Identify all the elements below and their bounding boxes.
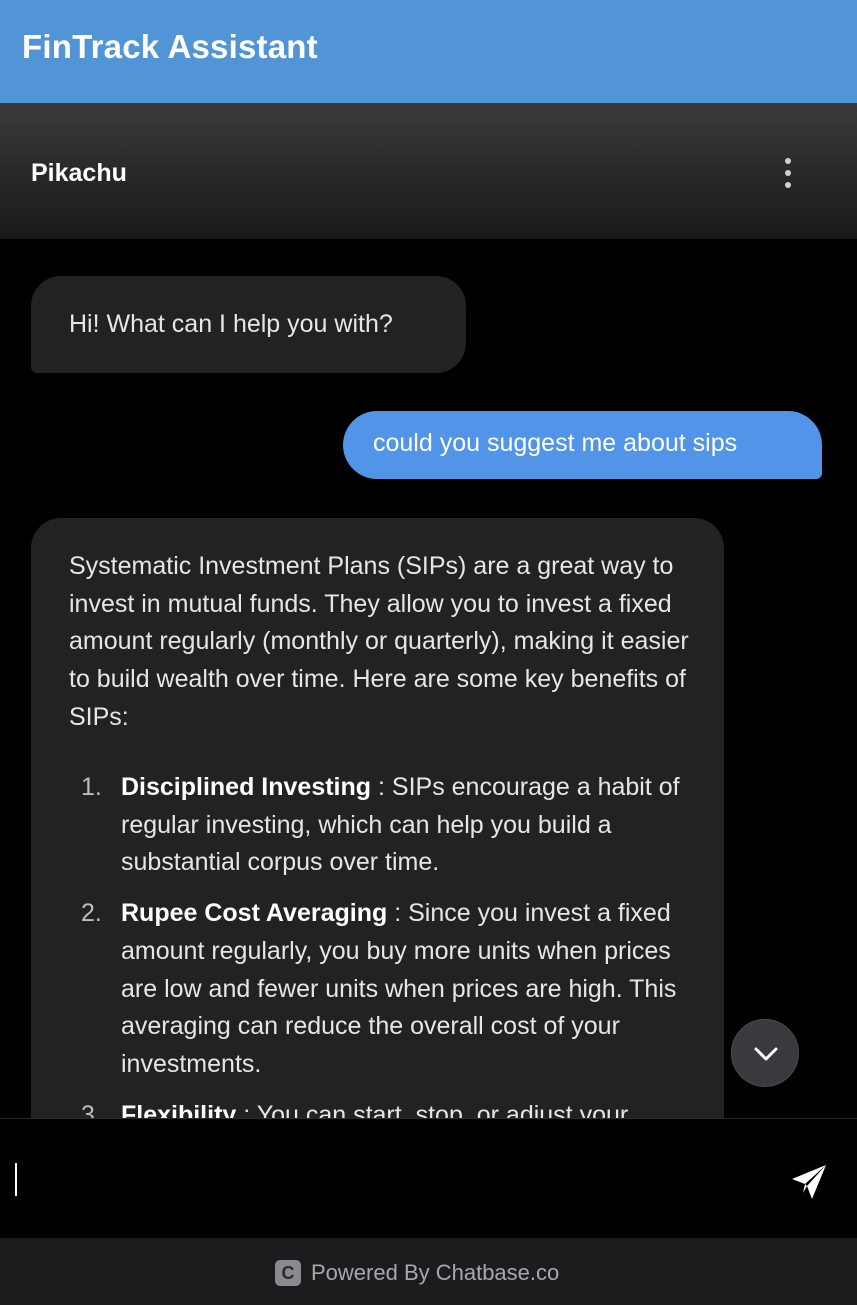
chevron-down-icon [754,1047,778,1061]
user-message-text: could you suggest me about sips [373,429,738,457]
bot-name: Pikachu [31,159,127,187]
message-input[interactable] [14,1147,774,1207]
benefits-list: 1. Disciplined Investing : SIPs encourag… [69,769,699,1118]
bot-message: Hi! What can I help you with? [31,276,466,373]
send-button[interactable] [789,1162,829,1202]
text-cursor [15,1163,17,1196]
menu-dot [785,158,791,164]
chatbase-logo-icon: C [275,1260,301,1286]
menu-dot [785,182,791,188]
bot-message-intro: Systematic Investment Plans (SIPs) are a… [69,552,689,731]
list-item: 2. Rupee Cost Averaging : Since you inve… [69,895,699,1084]
footer: C Powered By Chatbase.co [0,1238,857,1305]
list-item-title: Rupee Cost Averaging [121,899,388,928]
user-message: could you suggest me about sips [343,411,822,479]
list-item-title: Flexibility [121,1100,237,1118]
scroll-to-bottom-button[interactable] [731,1019,799,1087]
bot-message-text: Hi! What can I help you with? [69,310,393,338]
menu-dot [785,170,791,176]
powered-by-link[interactable]: C Powered By Chatbase.co [275,1260,559,1286]
app-title: FinTrack Assistant [22,28,318,65]
chat-header: Pikachu [0,103,857,239]
send-icon [792,1165,826,1199]
list-item-number: 2. [81,899,102,928]
more-vertical-icon[interactable] [772,153,804,193]
chat-widget: FinTrack Assistant Pikachu Hi! What can … [0,0,857,1305]
powered-by-text: Powered By Chatbase.co [311,1260,560,1285]
list-item-number: 3. [81,1100,102,1118]
bot-message: Systematic Investment Plans (SIPs) are a… [31,518,724,1118]
message-list[interactable]: Hi! What can I help you with? could you … [0,239,857,1118]
list-item: 1. Disciplined Investing : SIPs encourag… [69,769,699,882]
list-item: 3. Flexibility : You can start, stop, or… [69,1097,699,1118]
list-item-number: 1. [81,773,102,801]
list-item-text: : You can start, stop, or adjust your [236,1100,629,1118]
list-item-title: Disciplined Investing [121,773,372,801]
app-header: FinTrack Assistant [0,0,857,103]
composer [0,1118,857,1238]
